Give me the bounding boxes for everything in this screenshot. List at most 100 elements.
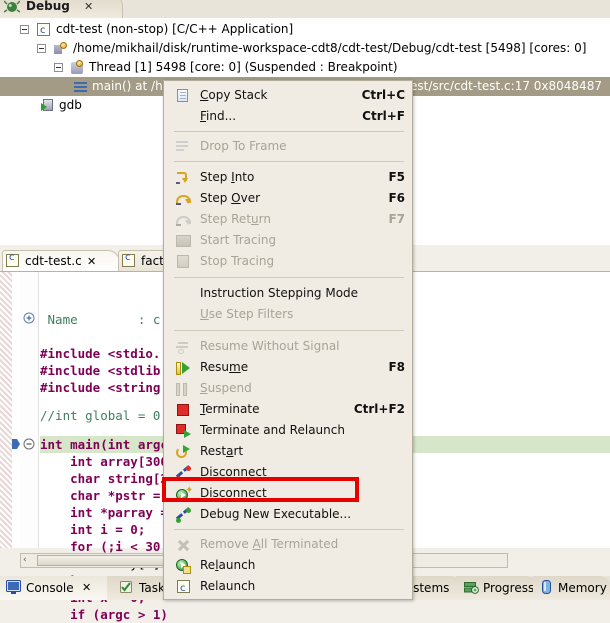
disconnect-icon — [175, 465, 191, 481]
menu-item-accelerator: F6 — [388, 191, 405, 205]
menu-item-copy-stack[interactable]: Copy Stack Ctrl+C — [165, 85, 413, 106]
editor-folding-gutter[interactable] — [20, 272, 39, 548]
console-icon — [6, 580, 21, 597]
terminate-relaunch-icon — [176, 424, 191, 438]
menu-item-edit-configuration[interactable]: Relaunch — [165, 576, 413, 599]
tree-row-launch[interactable]: cdt-test (non-stop) [C/C++ Application] — [0, 20, 610, 40]
menu-item-accelerator: Ctrl+F2 — [353, 402, 405, 416]
step-into-icon — [176, 171, 190, 185]
menu-item-accelerator: F5 — [388, 170, 405, 184]
menu-item-accelerator: F8 — [388, 360, 405, 374]
code-line: Name : c — [40, 312, 161, 327]
editor-annotation-gutter[interactable] — [12, 272, 20, 548]
menu-item-disconnect[interactable]: Disconnect — [165, 462, 413, 483]
process-icon — [54, 42, 68, 55]
menu-item-step-into[interactable]: Step Into F5 — [165, 167, 413, 188]
code-line: if (argc > 1) — [40, 607, 168, 622]
tree-row-label: cdt-test (non-stop) [C/C++ Application] — [56, 22, 294, 36]
tree-row-label: gdb — [59, 98, 82, 112]
menu-separator — [174, 131, 404, 132]
menu-item-label: Resume — [200, 360, 249, 374]
tab-label: Console — [26, 581, 74, 595]
code-line: int main(int argc — [40, 437, 168, 452]
tab-console[interactable]: Console ✕ — [0, 576, 123, 600]
stop-tracing-icon — [177, 255, 189, 268]
connect-icon — [175, 507, 191, 523]
code-line: #include <stdio. — [40, 346, 161, 361]
edit-config-icon — [177, 578, 190, 599]
tab-debug-label: Debug — [26, 0, 70, 13]
start-tracing-icon — [176, 235, 191, 247]
menu-item-label: Use Step Filters — [200, 307, 294, 321]
menu-item-accelerator: Ctrl+F — [362, 109, 405, 123]
relaunch-icon — [176, 559, 191, 574]
menu-item-resume[interactable]: Resume F8 — [165, 357, 413, 378]
menu-item-terminate-and-relaunch[interactable]: Terminate and Relaunch — [165, 420, 413, 441]
debug-view-tabbar: Debug ✕ — [0, 0, 610, 18]
tab-label: Memory — [558, 581, 607, 595]
tab-cdt-test-c[interactable]: c cdt-test.c ✕ — [2, 250, 120, 272]
menu-item-accelerator: Ctrl+C — [361, 88, 405, 102]
menu-item-start-tracing: Start Tracing — [165, 230, 413, 251]
menu-item-label: Instruction Stepping Mode — [200, 286, 359, 300]
code-line: char *pstr = — [40, 488, 168, 503]
tree-row-thread[interactable]: Thread [1] 5498 [core: 0] (Suspended : B… — [0, 58, 610, 77]
expander-collapse-icon[interactable] — [20, 25, 29, 34]
menu-item-stop-tracing: Stop Tracing — [165, 251, 413, 272]
c-file-icon: c — [6, 252, 19, 267]
tab-progress[interactable]: Progress — [456, 576, 537, 600]
menu-item-label: Copy Stack — [200, 88, 268, 102]
thread-icon — [71, 60, 83, 74]
code-line: #include <string — [40, 380, 161, 395]
expander-collapse-icon[interactable] — [54, 63, 63, 72]
tree-row-label: /home/mikhail/disk/runtime-workspace-cdt… — [73, 41, 587, 55]
menu-item-label: Start Tracing — [200, 233, 277, 247]
debug-context-menu[interactable]: Copy Stack Ctrl+C Find... Ctrl+F Drop To… — [163, 80, 413, 600]
menu-item-restart[interactable]: Restart — [165, 441, 413, 462]
menu-item-label: Stop Tracing — [200, 254, 275, 268]
resume-without-signal-icon — [176, 341, 191, 354]
menu-item-remove-all-terminated: Remove All Terminated — [165, 534, 413, 555]
menu-item-label: Disconnect — [200, 465, 267, 479]
menu-item-relaunch[interactable]: Relaunch — [165, 555, 413, 576]
tab-memory[interactable]: Memory — [533, 576, 610, 600]
tab-label: cdt-test.c — [25, 254, 82, 268]
step-over-icon — [176, 193, 191, 206]
stack-frame-icon — [74, 81, 87, 93]
close-icon[interactable]: ✕ — [84, 0, 93, 13]
menu-item-instruction-stepping-mode[interactable]: Instruction Stepping Mode — [165, 283, 413, 304]
menu-item-use-step-filters: Use Step Filters — [165, 304, 413, 325]
close-icon[interactable]: ✕ — [87, 255, 96, 268]
menu-item-label: Step Over — [200, 191, 261, 205]
menu-item-find[interactable]: Find... Ctrl+F — [165, 106, 413, 127]
menu-item-suspend: Suspend — [165, 378, 413, 399]
menu-item-label: Remove All Terminated — [200, 537, 339, 551]
expander-collapse-icon[interactable] — [37, 44, 46, 53]
menu-item-label: Restart — [200, 444, 244, 458]
code-line: //int global = 0 — [40, 408, 161, 423]
menu-item-label: Resume Without Signal — [200, 339, 340, 353]
scroll-left-icon[interactable]: ‹ — [23, 555, 27, 566]
menu-separator — [174, 161, 404, 162]
menu-item-label: Find... — [200, 109, 237, 123]
menu-item-label: Terminate and Relaunch — [200, 423, 345, 437]
menu-item-label: Step Return — [200, 212, 271, 226]
memory-icon — [542, 580, 551, 597]
close-icon[interactable]: ✕ — [82, 581, 91, 594]
tab-debug[interactable]: Debug ✕ — [0, 0, 123, 18]
progress-icon — [464, 581, 479, 597]
menu-item-connect[interactable]: Debug New Executable... — [165, 504, 413, 525]
tree-row-process[interactable]: /home/mikhail/disk/runtime-workspace-cdt… — [0, 39, 610, 58]
editor-overview-marker-bar[interactable] — [0, 272, 12, 548]
c-file-icon: c — [122, 252, 135, 267]
tab-label: Progress — [483, 581, 535, 595]
code-line: int *parray = — [40, 505, 168, 520]
menu-item-drop-to-frame: Drop To Frame — [165, 136, 413, 157]
menu-item-resume-without-signal: Resume Without Signal — [165, 336, 413, 357]
resume-icon — [176, 362, 191, 375]
menu-item-step-over[interactable]: Step Over F6 — [165, 188, 413, 209]
menu-item-terminate[interactable]: Terminate Ctrl+F2 — [165, 399, 413, 420]
code-line: char string[2 — [40, 471, 168, 486]
menu-item-debug-new-executable[interactable]: ✦ Disconnect — [165, 483, 413, 504]
menu-item-label: Debug New Executable... — [200, 507, 352, 521]
